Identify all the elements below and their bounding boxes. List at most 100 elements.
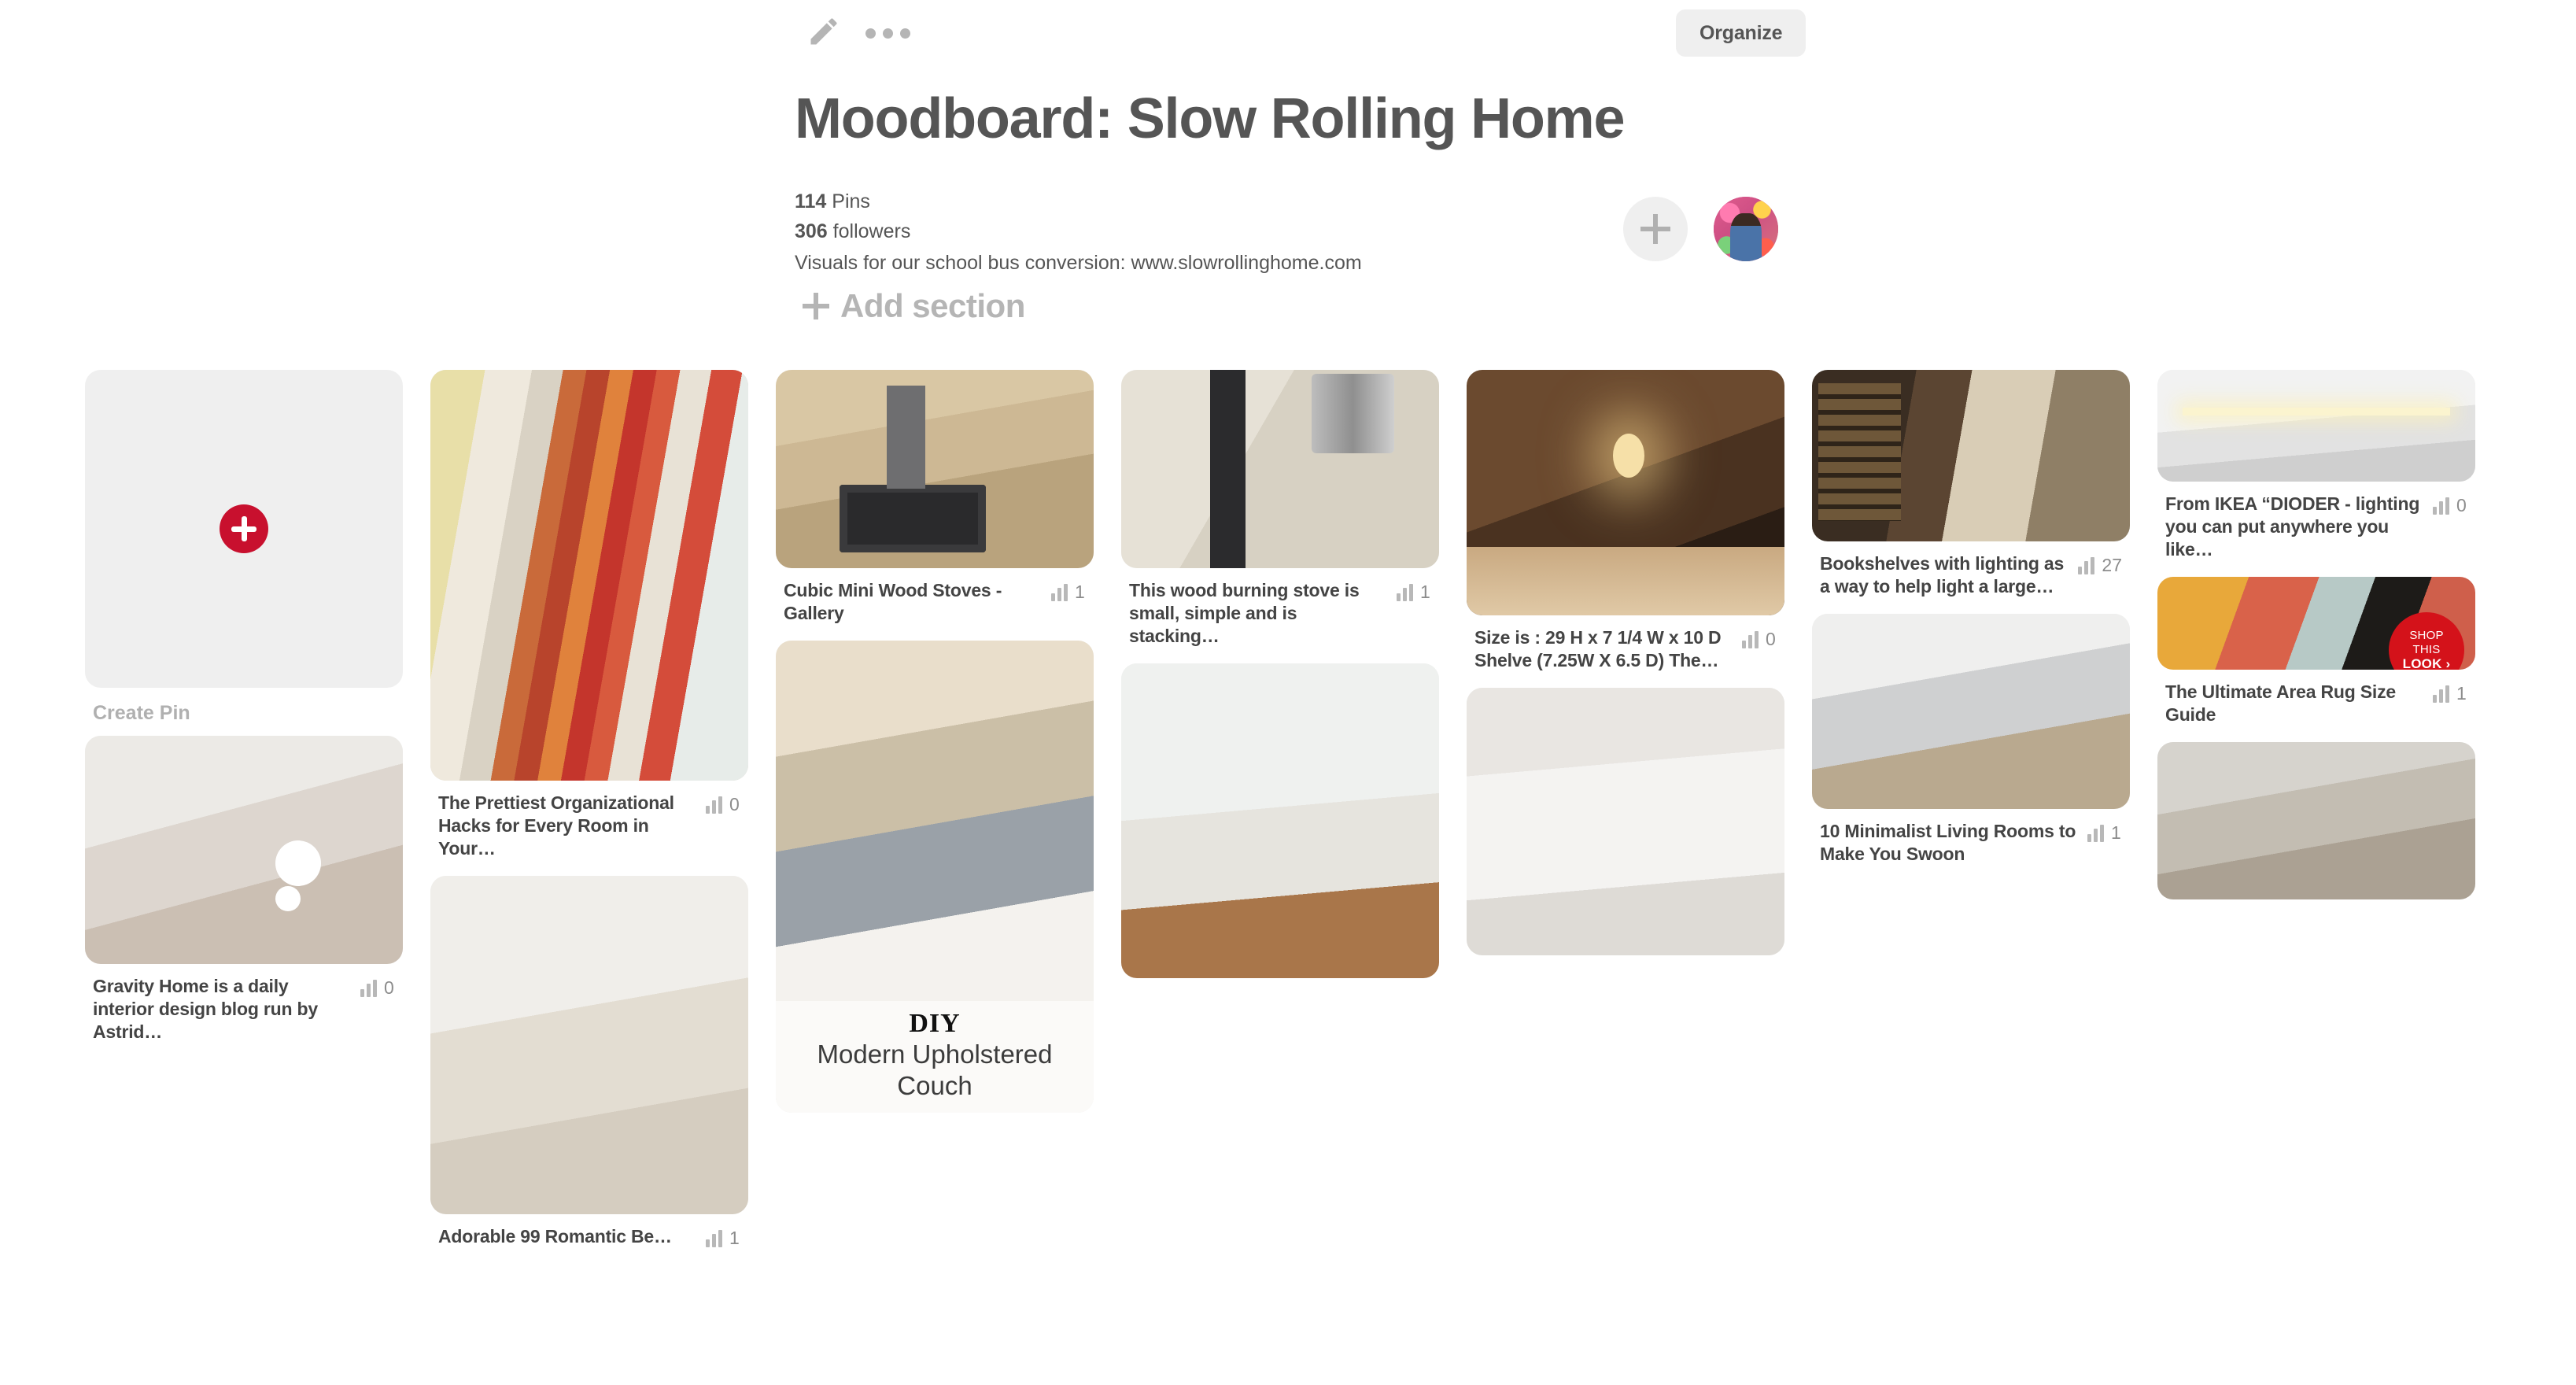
- shop-badge-line2: THIS: [2412, 642, 2441, 656]
- add-section-button[interactable]: Add section: [803, 287, 1025, 325]
- bar-chart-icon: [360, 979, 377, 997]
- pin-card[interactable]: The Prettiest Organizational Hacks for E…: [430, 370, 748, 865]
- bar-3: [1064, 583, 1068, 601]
- pin-stats[interactable]: 1: [2087, 820, 2122, 844]
- pin-caption: This wood burning stove is small, simple…: [1121, 568, 1439, 652]
- pin-image[interactable]: [1467, 688, 1784, 955]
- pin-stats[interactable]: 0: [360, 975, 395, 999]
- pin-photo: [2157, 370, 2475, 482]
- pin-stat-count: 1: [2111, 822, 2121, 843]
- bar-2: [1057, 587, 1061, 601]
- pin-column: The Prettiest Organizational Hacks for E…: [430, 370, 748, 1265]
- pin-column: From IKEA “DIODER - lighting you can put…: [2157, 370, 2475, 910]
- pin-card[interactable]: SHOP THIS LOOK › The Ultimate Area Rug Size…: [2157, 577, 2475, 731]
- bar-chart-icon: [706, 1229, 722, 1247]
- pin-caption: Bookshelves with lighting as a way to he…: [1812, 541, 2130, 603]
- pin-stats[interactable]: 1: [1397, 579, 1431, 603]
- pin-caption: Gravity Home is a daily interior design …: [85, 964, 403, 1048]
- pin-stats[interactable]: 0: [1742, 626, 1777, 650]
- pencil-icon[interactable]: [806, 14, 841, 49]
- pin-image[interactable]: [430, 370, 748, 781]
- pin-card[interactable]: This wood burning stove is small, simple…: [1121, 370, 1439, 652]
- pin-photo: [1467, 688, 1784, 955]
- bar-3: [2100, 824, 2104, 842]
- pin-column: This wood burning stove is small, simple…: [1121, 370, 1439, 989]
- bar-1: [706, 1239, 710, 1247]
- followers-label: followers: [832, 220, 911, 242]
- pin-title[interactable]: 10 Minimalist Living Rooms to Make You S…: [1820, 820, 2080, 866]
- bar-1: [1742, 640, 1746, 648]
- bar-2: [2094, 828, 2098, 842]
- pin-card[interactable]: [1121, 663, 1439, 978]
- pin-stats[interactable]: 1: [1051, 579, 1086, 603]
- pin-photo: [85, 736, 403, 964]
- pin-stats[interactable]: 0: [2433, 493, 2467, 516]
- pin-title[interactable]: Size is : 29 H x 7 1/4 W x 10 D Shelve (…: [1474, 626, 1734, 672]
- dot-1: [865, 28, 876, 39]
- pin-stats[interactable]: 27: [2078, 552, 2122, 576]
- pin-title[interactable]: Adorable 99 Romantic Be…: [438, 1225, 698, 1248]
- pin-title[interactable]: The Prettiest Organizational Hacks for E…: [438, 792, 698, 860]
- pin-photo: [1121, 370, 1439, 568]
- pin-image[interactable]: [85, 736, 403, 964]
- bar-3: [718, 796, 722, 814]
- pin-title[interactable]: This wood burning stove is small, simple…: [1129, 579, 1389, 648]
- bar-3: [2091, 556, 2095, 574]
- bar-1: [2433, 694, 2437, 703]
- pin-card[interactable]: Adorable 99 Romantic Be… 1: [430, 876, 748, 1254]
- pin-title[interactable]: From IKEA “DIODER - lighting you can put…: [2165, 493, 2425, 561]
- pin-title[interactable]: Gravity Home is a daily interior design …: [93, 975, 352, 1043]
- pin-image[interactable]: [1121, 663, 1439, 978]
- pin-image[interactable]: [1812, 614, 2130, 809]
- create-pin-card[interactable]: Create Pin: [85, 370, 403, 725]
- bar-3: [1755, 630, 1759, 648]
- pin-card[interactable]: DIY Modern Upholstered Couch: [776, 641, 1094, 1113]
- pin-card[interactable]: [1467, 688, 1784, 955]
- pin-photo: [1467, 370, 1784, 615]
- bar-1: [2078, 566, 2083, 574]
- pin-stats[interactable]: 1: [706, 1225, 740, 1249]
- pin-image[interactable]: DIY Modern Upholstered Couch: [776, 641, 1094, 1113]
- pin-image[interactable]: [1467, 370, 1784, 615]
- bar-chart-icon: [2078, 556, 2095, 574]
- board-description: Visuals for our school bus conversion: w…: [795, 252, 1362, 274]
- pin-image[interactable]: [1812, 370, 2130, 541]
- pin-stats[interactable]: 0: [706, 792, 740, 815]
- pin-stats[interactable]: 1: [2433, 681, 2467, 704]
- pin-image[interactable]: SHOP THIS LOOK ›: [2157, 577, 2475, 670]
- pin-card[interactable]: Gravity Home is a daily interior design …: [85, 736, 403, 1048]
- bar-2: [712, 800, 716, 814]
- pin-image[interactable]: [430, 876, 748, 1214]
- pin-card[interactable]: From IKEA “DIODER - lighting you can put…: [2157, 370, 2475, 566]
- pins-count: 114: [795, 190, 827, 212]
- organize-button[interactable]: Organize: [1676, 9, 1807, 57]
- create-pin-target[interactable]: [85, 370, 403, 688]
- pin-card[interactable]: Bookshelves with lighting as a way to he…: [1812, 370, 2130, 603]
- pin-card[interactable]: [2157, 742, 2475, 899]
- pin-column: Size is : 29 H x 7 1/4 W x 10 D Shelve (…: [1467, 370, 1784, 966]
- add-collaborator-button[interactable]: [1623, 197, 1688, 261]
- avatar[interactable]: [1714, 197, 1778, 261]
- pin-title[interactable]: The Ultimate Area Rug Size Guide: [2165, 681, 2425, 726]
- pin-image[interactable]: [776, 370, 1094, 568]
- pin-card[interactable]: Cubic Mini Wood Stoves - Gallery 1: [776, 370, 1094, 630]
- pin-caption: 10 Minimalist Living Rooms to Make You S…: [1812, 809, 2130, 870]
- pin-title[interactable]: Bookshelves with lighting as a way to he…: [1820, 552, 2070, 598]
- bar-chart-icon: [1742, 630, 1759, 648]
- pin-image[interactable]: [2157, 370, 2475, 482]
- bar-2: [2084, 560, 2089, 574]
- avatar-person: [1730, 213, 1762, 261]
- followers-count-row[interactable]: 306 followers: [795, 216, 1362, 246]
- bar-2: [1403, 587, 1407, 601]
- more-options-icon[interactable]: [865, 24, 921, 42]
- pin-image[interactable]: [2157, 742, 2475, 899]
- pin-title[interactable]: Cubic Mini Wood Stoves - Gallery: [784, 579, 1043, 625]
- pin-stat-count: 0: [2456, 495, 2467, 515]
- shop-badge-line1: SHOP: [2409, 628, 2444, 642]
- pin-image[interactable]: [1121, 370, 1439, 568]
- pin-card[interactable]: Size is : 29 H x 7 1/4 W x 10 D Shelve (…: [1467, 370, 1784, 677]
- pin-photo: [776, 370, 1094, 568]
- bar-1: [2087, 833, 2091, 842]
- pin-photo: [430, 370, 748, 781]
- pin-card[interactable]: 10 Minimalist Living Rooms to Make You S…: [1812, 614, 2130, 870]
